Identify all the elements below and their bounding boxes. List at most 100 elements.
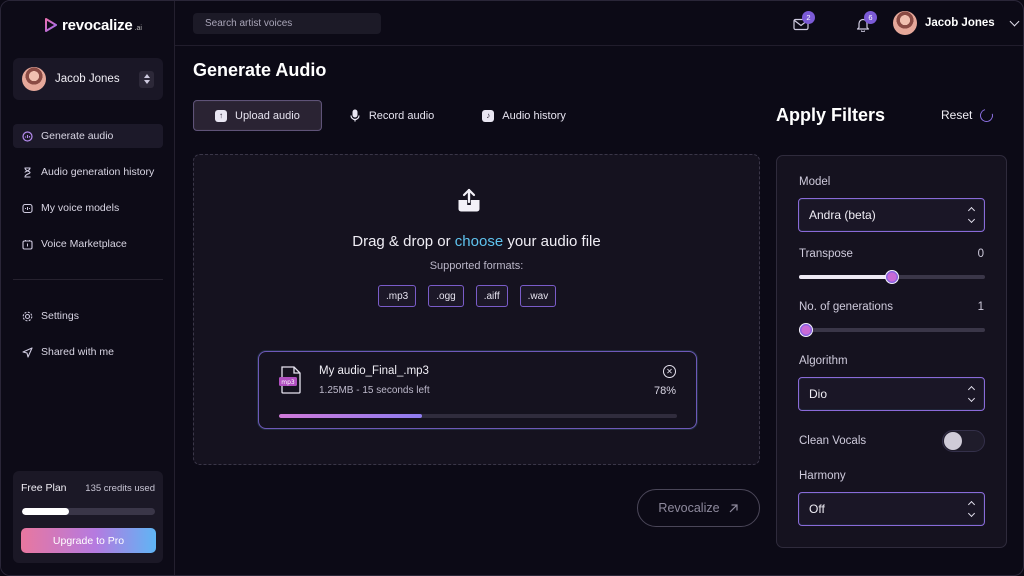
nav-item-label: Voice Marketplace bbox=[41, 238, 127, 250]
nav-item-shared-with-me[interactable]: Shared with me bbox=[13, 340, 163, 364]
select-chevrons-icon bbox=[967, 385, 976, 403]
notifications-button[interactable]: 6 bbox=[852, 11, 877, 35]
logo-text: revocalize bbox=[62, 16, 133, 34]
refresh-icon bbox=[977, 106, 996, 124]
harmony-value: Off bbox=[809, 502, 825, 516]
search-input[interactable] bbox=[193, 13, 381, 34]
supported-formats-label: Supported formats: bbox=[429, 260, 524, 272]
harmony-label: Harmony bbox=[799, 470, 846, 482]
transpose-slider[interactable] bbox=[799, 270, 985, 284]
plan-credits: 135 credits used bbox=[85, 483, 155, 494]
model-value: Andra (beta) bbox=[809, 208, 876, 222]
plan-card: Free Plan 135 credits used Upgrade to Pr… bbox=[13, 471, 163, 563]
nav-item-label: My voice models bbox=[41, 202, 120, 214]
mail-count-badge: 2 bbox=[802, 11, 815, 24]
nav-item-label: Shared with me bbox=[41, 346, 114, 358]
plan-name: Free Plan bbox=[21, 482, 67, 494]
upload-file-icon: ↑ bbox=[215, 109, 227, 122]
revocalize-button[interactable]: Revocalize bbox=[637, 489, 760, 527]
transpose-label: Transpose bbox=[799, 248, 853, 260]
revocalize-label: Revocalize bbox=[658, 501, 720, 515]
generations-value: 1 bbox=[977, 301, 984, 313]
format-list: .mp3 .ogg .aiff .wav bbox=[378, 285, 557, 307]
toggle-knob bbox=[944, 432, 962, 450]
audio-dropzone[interactable]: Drag & drop or choose your audio file Su… bbox=[193, 154, 760, 465]
account-switcher[interactable]: Jacob Jones bbox=[13, 58, 163, 100]
cancel-upload-icon[interactable]: ✕ bbox=[663, 365, 676, 378]
nav-item-label: Generate audio bbox=[41, 130, 114, 142]
nav-item-audio-generation-history[interactable]: Audio generation history bbox=[13, 160, 163, 184]
transpose-value: 0 bbox=[977, 248, 984, 260]
send-icon bbox=[22, 346, 33, 358]
switch-account-icon[interactable] bbox=[139, 70, 154, 88]
clean-vocals-toggle[interactable] bbox=[942, 430, 985, 452]
user-menu[interactable]: Jacob Jones bbox=[893, 11, 1020, 35]
nav-item-label: Settings bbox=[41, 310, 79, 322]
reset-label: Reset bbox=[941, 108, 973, 122]
algorithm-label: Algorithm bbox=[799, 355, 848, 367]
avatar bbox=[893, 11, 917, 35]
waveform-icon bbox=[22, 130, 33, 142]
chevron-down-icon bbox=[1009, 16, 1020, 26]
generations-slider-thumb[interactable] bbox=[799, 323, 814, 337]
file-name: My audio_Final_.mp3 bbox=[319, 365, 429, 377]
reset-filters-button[interactable]: Reset bbox=[941, 106, 996, 124]
page-title: Generate Audio bbox=[193, 60, 327, 80]
file-type-badge: mp3 bbox=[281, 379, 295, 386]
logo-suffix: .ai bbox=[134, 25, 142, 32]
gear-icon bbox=[22, 311, 33, 322]
clean-vocals-label: Clean Vocals bbox=[799, 435, 867, 447]
topbar: 2 6 Jacob Jones bbox=[175, 1, 1023, 46]
select-chevrons-icon bbox=[967, 500, 976, 518]
upload-progress-bar bbox=[279, 414, 677, 418]
upload-file-card: mp3 My audio_Final_.mp3 1.25MB - 15 seco… bbox=[258, 351, 697, 429]
nav-item-generate-audio[interactable]: Generate audio bbox=[13, 124, 163, 148]
app-logo[interactable]: revocalize .ai bbox=[45, 15, 142, 35]
nav-item-my-voice-models[interactable]: My voice models bbox=[13, 196, 163, 220]
harmony-select[interactable]: Off bbox=[798, 492, 985, 526]
format-chip: .mp3 bbox=[378, 285, 417, 307]
algorithm-select[interactable]: Dio bbox=[798, 377, 985, 411]
dropzone-title-text: your audio file bbox=[503, 233, 601, 250]
transpose-slider-fill bbox=[799, 275, 892, 279]
nav-item-voice-marketplace[interactable]: Voice Marketplace bbox=[13, 232, 163, 256]
credits-progress-fill bbox=[22, 508, 69, 515]
arrow-up-right-icon bbox=[729, 503, 738, 512]
sidebar-divider bbox=[13, 279, 163, 280]
filters-panel: Model Andra (beta) Transpose 0 No. of ge… bbox=[776, 155, 1007, 548]
account-name: Jacob Jones bbox=[55, 73, 120, 85]
credits-progress-bar bbox=[22, 508, 155, 515]
tab-label: Upload audio bbox=[235, 109, 300, 122]
generations-slider[interactable] bbox=[799, 323, 985, 337]
tab-audio-history[interactable]: ♪ Audio history bbox=[461, 100, 587, 131]
avatar bbox=[22, 67, 46, 91]
model-select[interactable]: Andra (beta) bbox=[798, 198, 985, 232]
dropzone-title-text: Drag & drop or bbox=[352, 233, 455, 250]
format-chip: .wav bbox=[519, 285, 557, 307]
dropzone-title: Drag & drop or choose your audio file bbox=[194, 233, 759, 250]
nav-item-settings[interactable]: Settings bbox=[13, 304, 163, 328]
input-tabs: ↑ Upload audio Record audio ♪ Audio hist… bbox=[193, 100, 593, 131]
tab-label: Audio history bbox=[502, 109, 566, 122]
upload-percent: 78% bbox=[653, 385, 676, 397]
upload-progress-fill bbox=[279, 414, 423, 418]
notification-count-badge: 6 bbox=[864, 11, 877, 24]
algorithm-value: Dio bbox=[809, 387, 828, 401]
transpose-slider-thumb[interactable] bbox=[885, 270, 899, 284]
user-name: Jacob Jones bbox=[925, 17, 995, 29]
tab-label: Record audio bbox=[368, 109, 435, 122]
upgrade-button[interactable]: Upgrade to Pro bbox=[21, 528, 156, 553]
tab-record-audio[interactable]: Record audio bbox=[328, 100, 455, 131]
nav-item-label: Audio generation history bbox=[41, 166, 155, 178]
tab-upload-audio[interactable]: ↑ Upload audio bbox=[193, 100, 322, 131]
logo-play-icon bbox=[45, 18, 57, 32]
filters-title: Apply Filters bbox=[776, 105, 886, 125]
primary-nav: Generate audio Audio generation history … bbox=[13, 124, 163, 268]
choose-file-link[interactable]: choose bbox=[455, 233, 503, 250]
mail-button[interactable]: 2 bbox=[790, 11, 815, 35]
generations-label: No. of generations bbox=[799, 301, 893, 313]
voice-model-icon bbox=[22, 203, 33, 214]
microphone-icon bbox=[350, 109, 360, 122]
hourglass-icon bbox=[22, 166, 33, 178]
marketplace-icon bbox=[22, 239, 33, 250]
